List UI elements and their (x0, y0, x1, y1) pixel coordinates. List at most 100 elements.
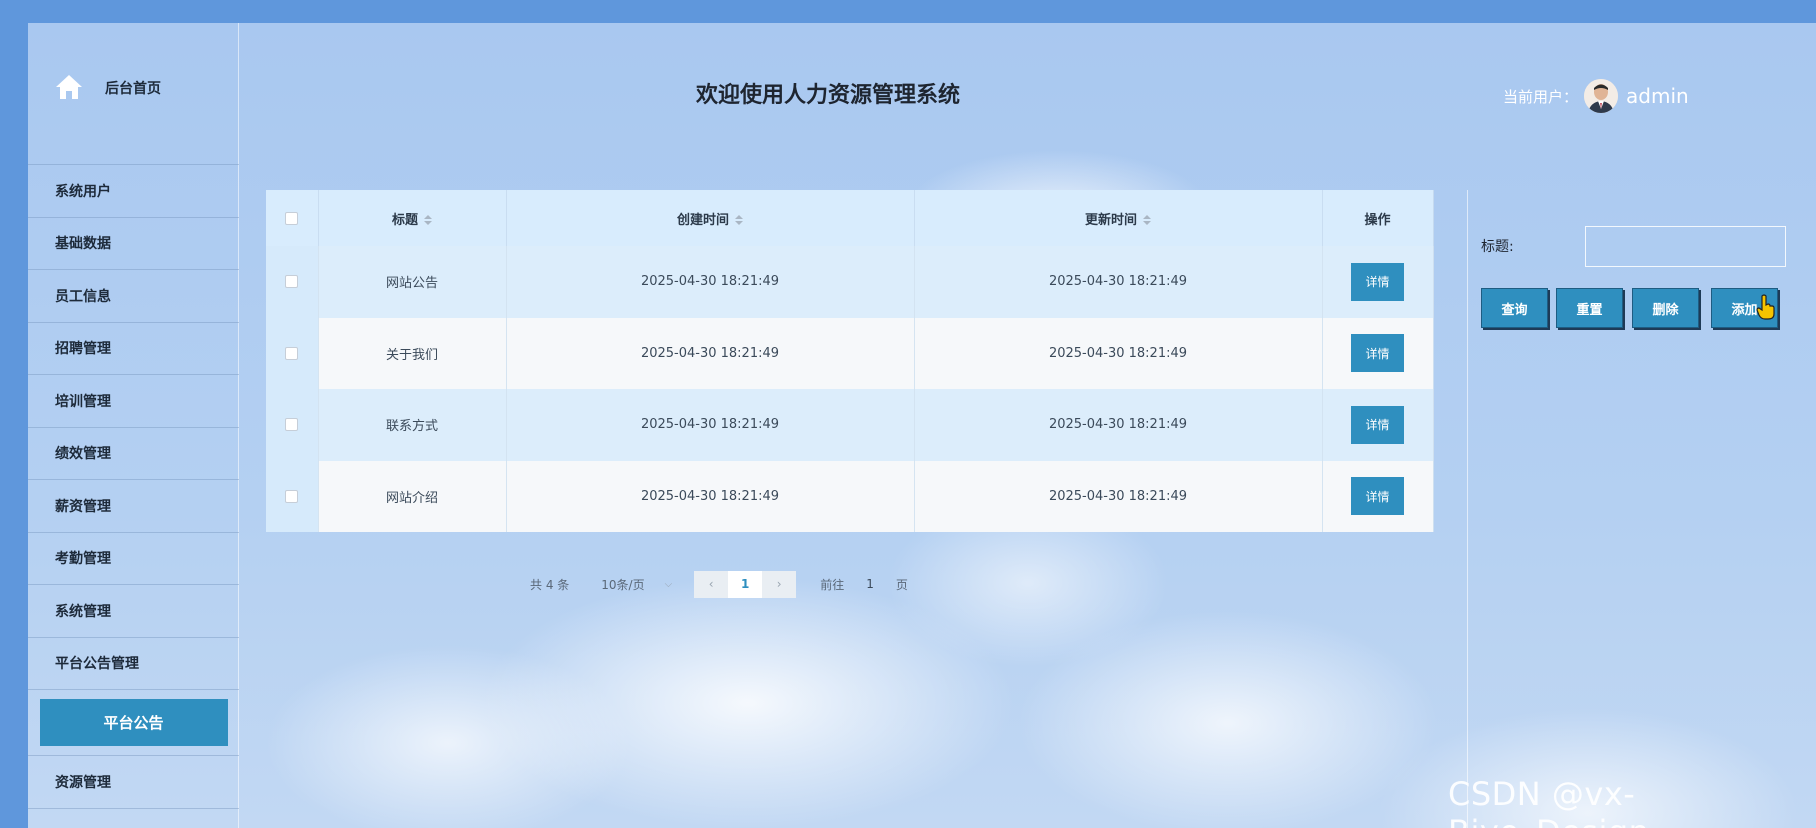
row-updated: 2025-04-30 18:21:49 (914, 317, 1323, 389)
sidebar-item-label: 资源管理 (55, 774, 111, 791)
delete-button[interactable]: 删除 (1632, 288, 1699, 328)
sidebar-subitem-wrapper: 平台公告 (28, 690, 239, 756)
pagination-total: 共 4 条 (530, 577, 570, 592)
current-user: 当前用户： admin (1503, 79, 1689, 113)
sidebar: 后台首页 系统用户 基础数据 员工信息 招聘管理 培训管理 绩效管理 薪资管理 … (28, 23, 239, 828)
sidebar-item-label: 培训管理 (55, 393, 111, 410)
reset-button[interactable]: 重置 (1556, 288, 1623, 328)
sort-icon[interactable] (735, 215, 743, 225)
sidebar-item-basic-data[interactable]: 基础数据 (28, 218, 239, 270)
search-title-label: 标题: (1481, 239, 1514, 255)
sidebar-item-label: 员工信息 (55, 288, 111, 305)
sidebar-item-employee-info[interactable]: 员工信息 (28, 270, 239, 323)
table-row: 联系方式 2025-04-30 18:21:49 2025-04-30 18:2… (266, 389, 1434, 461)
sidebar-item-training[interactable]: 培训管理 (28, 375, 239, 428)
row-created: 2025-04-30 18:21:49 (506, 317, 915, 389)
row-title: 网站介绍 (318, 460, 507, 532)
row-actions: 详情 (1322, 246, 1434, 318)
sidebar-subitem-announcement[interactable]: 平台公告 (39, 699, 228, 746)
sidebar-item-attendance[interactable]: 考勤管理 (28, 533, 239, 585)
column-header-label: 标题 (391, 212, 418, 228)
row-actions: 详情 (1322, 389, 1434, 461)
sidebar-item-label: 薪资管理 (55, 498, 111, 515)
column-header-title[interactable]: 标题 (318, 190, 507, 246)
column-header-label: 操作 (1364, 212, 1391, 228)
row-checkbox[interactable] (285, 489, 299, 503)
sidebar-home[interactable]: 后台首页 (28, 23, 239, 165)
sidebar-item-system-users[interactable]: 系统用户 (28, 165, 239, 218)
avatar[interactable] (1584, 79, 1619, 113)
row-select-cell (266, 246, 319, 318)
sidebar-item-label: 平台公告管理 (55, 656, 139, 673)
goto-input[interactable]: 1 (866, 577, 874, 591)
sort-icon[interactable] (1143, 215, 1151, 225)
row-created: 2025-04-30 18:21:49 (506, 460, 915, 532)
pagination: 共 4 条 10条/页 ⌵ ‹ 1 › 前往 1 页 (530, 570, 908, 598)
goto-suffix: 页 (895, 577, 908, 592)
page-number-current[interactable]: 1 (728, 570, 763, 598)
row-title: 网站公告 (318, 246, 507, 318)
next-page-button[interactable]: › (762, 570, 797, 598)
detail-button[interactable]: 详情 (1351, 262, 1404, 301)
sidebar-item-system-admin[interactable]: 系统管理 (28, 585, 239, 638)
row-checkbox[interactable] (285, 418, 299, 432)
row-actions: 详情 (1322, 460, 1434, 532)
hand-cursor-icon (1756, 294, 1775, 320)
page-title: 欢迎使用人力资源管理系统 (695, 83, 960, 108)
prev-page-button[interactable]: ‹ (694, 570, 729, 598)
panel-divider (1467, 190, 1468, 828)
detail-button[interactable]: 详情 (1351, 477, 1404, 516)
sidebar-item-recruitment[interactable]: 招聘管理 (28, 323, 239, 375)
row-checkbox[interactable] (285, 346, 299, 360)
column-header-updated[interactable]: 更新时间 (914, 190, 1323, 246)
row-title: 关于我们 (318, 317, 507, 389)
row-actions: 详情 (1322, 317, 1434, 389)
table-header-row: 标题 创建时间 更新时间 操作 (266, 190, 1434, 246)
current-user-name: admin (1626, 84, 1689, 108)
table-row: 关于我们 2025-04-30 18:21:49 2025-04-30 18:2… (266, 317, 1434, 389)
chevron-down-icon: ⌵ (664, 578, 673, 590)
search-title-input[interactable] (1585, 226, 1786, 267)
column-header-label: 创建时间 (676, 212, 729, 228)
sidebar-item-salary[interactable]: 薪资管理 (28, 480, 239, 533)
detail-button[interactable]: 详情 (1351, 334, 1404, 373)
select-all-checkbox[interactable] (285, 211, 299, 225)
row-created: 2025-04-30 18:21:49 (506, 246, 915, 318)
sidebar-item-performance[interactable]: 绩效管理 (28, 428, 239, 480)
row-updated: 2025-04-30 18:21:49 (914, 460, 1323, 532)
app-window: 后台首页 系统用户 基础数据 员工信息 招聘管理 培训管理 绩效管理 薪资管理 … (28, 23, 1816, 828)
detail-button[interactable]: 详情 (1351, 405, 1404, 444)
sidebar-item-label: 基础数据 (55, 236, 111, 253)
row-select-cell (266, 389, 319, 461)
sidebar-item-label: 系统管理 (55, 603, 111, 620)
row-updated: 2025-04-30 18:21:49 (914, 389, 1323, 461)
select-all-cell (266, 190, 319, 246)
sidebar-item-announcement-admin[interactable]: 平台公告管理 (28, 638, 239, 690)
data-table: 标题 创建时间 更新时间 操作 网站公告 2025-04-30 18:21:49… (266, 190, 1434, 555)
row-created: 2025-04-30 18:21:49 (506, 389, 915, 461)
query-button[interactable]: 查询 (1481, 288, 1548, 328)
sidebar-item-label: 绩效管理 (55, 446, 111, 463)
row-title: 联系方式 (318, 389, 507, 461)
sidebar-item-label: 考勤管理 (55, 551, 111, 568)
avatar-icon (1584, 79, 1619, 113)
page-size-select[interactable]: 10条/页 ⌵ (601, 576, 672, 593)
sort-icon[interactable] (424, 215, 432, 225)
goto-label: 前往 (820, 577, 845, 592)
sidebar-menu: 系统用户 基础数据 员工信息 招聘管理 培训管理 绩效管理 薪资管理 考勤管理 … (28, 165, 239, 809)
column-header-label: 更新时间 (1084, 212, 1137, 228)
row-select-cell (266, 460, 319, 532)
sidebar-item-label: 招聘管理 (55, 341, 111, 358)
sidebar-item-resources[interactable]: 资源管理 (28, 756, 239, 809)
current-user-label: 当前用户： (1503, 87, 1579, 106)
table-row: 网站公告 2025-04-30 18:21:49 2025-04-30 18:2… (266, 246, 1434, 318)
row-checkbox[interactable] (285, 275, 299, 289)
row-select-cell (266, 317, 319, 389)
column-header-actions: 操作 (1322, 190, 1434, 246)
watermark: CSDN @vx-Biye_Design (1448, 775, 1649, 828)
column-header-created[interactable]: 创建时间 (506, 190, 915, 246)
home-icon (56, 74, 82, 99)
sidebar-home-label: 后台首页 (105, 80, 161, 97)
table-row: 网站介绍 2025-04-30 18:21:49 2025-04-30 18:2… (266, 460, 1434, 532)
row-updated: 2025-04-30 18:21:49 (914, 246, 1323, 318)
